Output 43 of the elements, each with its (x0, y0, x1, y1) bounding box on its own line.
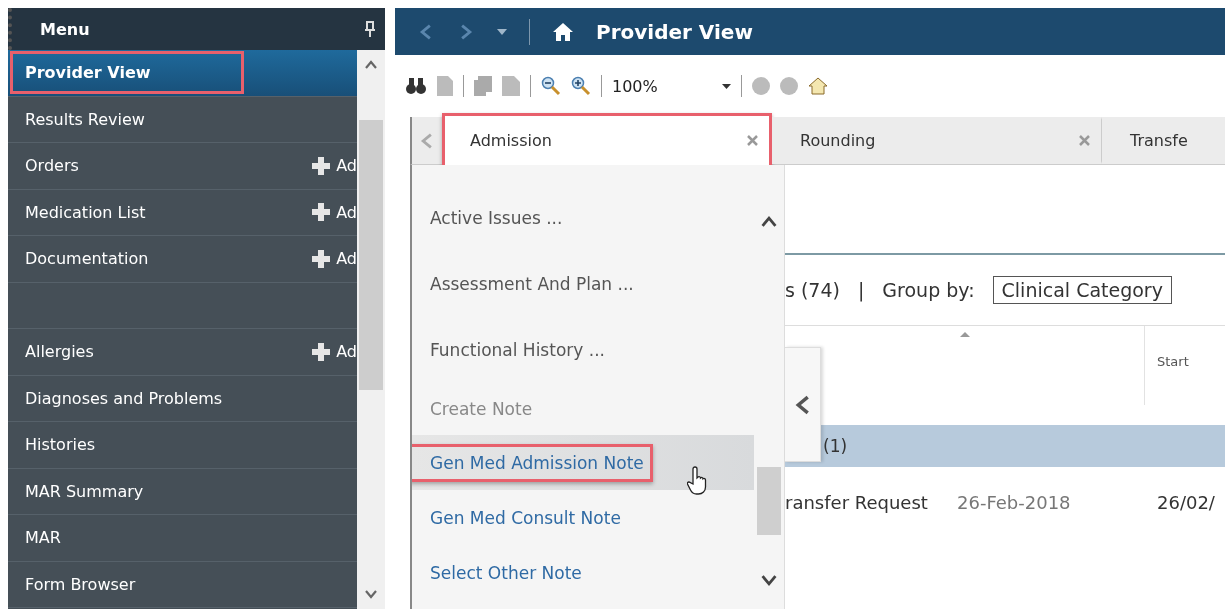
add-link[interactable]: Ad (336, 156, 357, 176)
menu-option[interactable]: Gen Med Consult Note (412, 498, 630, 537)
row-title: ransfer Request (785, 491, 929, 513)
separator-text: | (857, 279, 865, 301)
sort-arrow-icon[interactable] (959, 332, 970, 337)
add-link[interactable]: Ad (336, 249, 357, 269)
menu-item[interactable]: Medication List Ad (8, 189, 357, 236)
scrollbar-thumb[interactable] (757, 467, 781, 535)
plus-icon[interactable] (312, 156, 331, 175)
menu-option[interactable]: Functional History ... (412, 331, 614, 369)
menu-option[interactable]: Select Other Note (412, 553, 591, 592)
add-link[interactable]: Ad (336, 202, 357, 222)
menu-item[interactable]: Provider View (8, 50, 357, 97)
group-by-select[interactable]: Clinical Category (992, 276, 1172, 304)
menu-option[interactable]: Assessment And Plan ... (412, 265, 643, 303)
table-cell: 26/02/ (1157, 491, 1215, 513)
binoculars-icon[interactable] (405, 77, 427, 95)
row-date: 26-Feb-2018 (957, 491, 1072, 513)
group-by-label: Group by: (882, 279, 975, 301)
menu-item[interactable]: Orders Ad (8, 143, 357, 190)
close-icon[interactable] (746, 134, 759, 147)
pin-icon[interactable] (365, 21, 375, 37)
plus-icon[interactable] (312, 203, 331, 222)
group-row[interactable]: (1) (785, 425, 1225, 467)
menu-title: Menu (40, 19, 90, 39)
menu-heading: Create Note (429, 398, 534, 421)
tab[interactable]: Admission (442, 113, 772, 168)
menu-option[interactable]: Gen Med Admission Note (412, 443, 653, 482)
plus-icon[interactable] (312, 249, 331, 268)
menu-option[interactable]: Active Issues ... (412, 199, 572, 237)
caret-icon[interactable] (722, 83, 731, 89)
menu-item[interactable]: Documentation Ad (8, 236, 357, 283)
zoom-out-icon[interactable] (541, 76, 561, 96)
scrollbar-thumb[interactable] (359, 119, 383, 390)
close-icon[interactable] (1078, 134, 1091, 147)
add-link[interactable]: Ad (336, 342, 357, 362)
zoom-level[interactable]: 100% (612, 76, 712, 96)
count-text: s (74) (785, 279, 840, 301)
plus-icon[interactable] (312, 342, 331, 361)
column-header[interactable]: Start (1145, 326, 1189, 405)
zoom-in-icon[interactable] (571, 76, 591, 96)
window-title: Provider View (596, 19, 753, 44)
home-icon[interactable] (552, 21, 574, 42)
